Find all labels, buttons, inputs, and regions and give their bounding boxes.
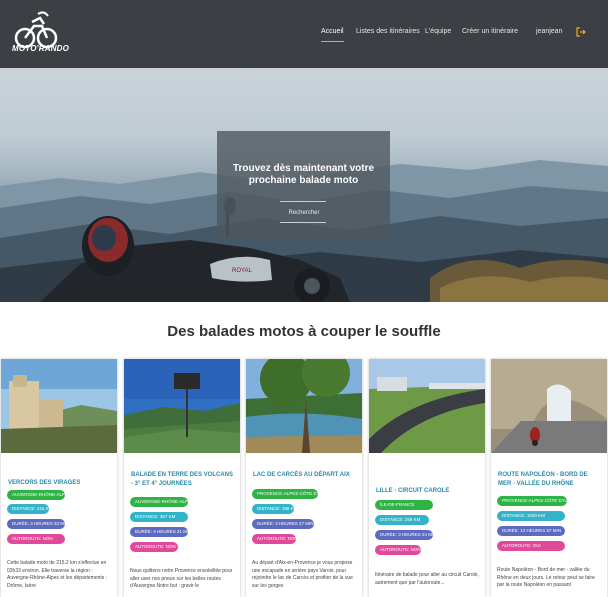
card-title[interactable]: ROUTE NAPOLÉON - BORD DE MER - VALLÉE DU… bbox=[498, 471, 602, 489]
distance-tag: DISTANCE: 198 KM bbox=[252, 504, 297, 514]
card-image-carces[interactable] bbox=[246, 359, 362, 453]
ride-card[interactable]: ROUTE NAPOLÉON - BORD DE MER - VALLÉE DU… bbox=[491, 359, 607, 597]
ride-card[interactable]: LAC DE CARCÈS AU DÉPART AIX PROVENCE-ALP… bbox=[246, 359, 362, 597]
duration-tag: DURÉE: 3 HEURES 24 MIN bbox=[375, 530, 437, 540]
card-description: Cette balade moto de 215.2 km s'effectue… bbox=[7, 560, 108, 589]
top-navbar: MOTO'RANDO Accueil Listes des itinéraire… bbox=[0, 0, 608, 68]
duration-tag: DURÉE: 13 HEURES 57 MIN bbox=[497, 526, 565, 536]
duration-tag: DURÉE: 3 HEURES 27 MIN bbox=[252, 519, 314, 529]
region-tag: AUVERGNE-RHÔNE-ALPES bbox=[7, 490, 71, 500]
card-description: Nous quittons notre Provence ensoleillée… bbox=[130, 568, 233, 589]
duration-tag: DURÉE: 4 HEURES 21 MIN bbox=[130, 527, 192, 537]
hero-banner: ROYAL Trouvez dès maintenant votre proch… bbox=[0, 68, 608, 302]
card-title[interactable]: LILLE - CIRCUIT CAROLE bbox=[376, 487, 480, 496]
distance-tag: DISTANCE: 215 KM bbox=[7, 504, 52, 514]
distance-tag: DISTANCE: 258 KM bbox=[375, 515, 429, 525]
nav-creer-itineraire[interactable]: Créer un itinéraire bbox=[462, 28, 518, 42]
region-tag: AUVERGNE-RHÔNE-ALPES bbox=[130, 497, 194, 507]
nav-equipe[interactable]: L'équipe bbox=[425, 28, 451, 42]
svg-text:ROYAL: ROYAL bbox=[232, 268, 253, 274]
logout-icon[interactable] bbox=[576, 27, 586, 37]
card-description: Au départ d'Aix-en-Provence je vous prop… bbox=[252, 560, 353, 589]
ride-card[interactable]: BALADE EN TERRE DES VOLCANS - 3° ET 4° J… bbox=[124, 359, 240, 597]
duration-tag: DURÉE: 3 HEURES 33 MIN bbox=[7, 519, 69, 529]
autoroute-tag: AUTOROUTE: NON bbox=[130, 542, 178, 552]
card-image-volcans[interactable] bbox=[124, 359, 240, 453]
ride-card[interactable]: LILLE - CIRCUIT CAROLE ÎLE-DE-FRANCE DIS… bbox=[369, 359, 485, 597]
search-button[interactable]: Rechercher bbox=[271, 206, 337, 220]
hero-title: Trouvez dès maintenant votre prochaine b… bbox=[232, 163, 375, 186]
divider bbox=[280, 222, 326, 223]
card-description: Itinéraire de balade pour aller au circu… bbox=[375, 572, 479, 586]
search-panel: Trouvez dès maintenant votre prochaine b… bbox=[217, 131, 390, 239]
card-image-circuit-carole[interactable] bbox=[369, 359, 485, 453]
distance-tag: DISTANCE: 367 KM bbox=[130, 512, 188, 522]
card-description: Route Napoléon - Bord de mer - vallée du… bbox=[497, 567, 595, 588]
region-tag: PROVENCE-ALPES-CÔTE D'AZUR bbox=[252, 489, 330, 499]
autoroute-tag: AUTOROUTE: NON bbox=[7, 534, 65, 544]
card-title[interactable]: BALADE EN TERRE DES VOLCANS - 3° ET 4° J… bbox=[131, 471, 235, 489]
region-tag: ÎLE-DE-FRANCE bbox=[375, 500, 433, 510]
autoroute-tag: AUTOROUTE: OUI bbox=[497, 541, 565, 551]
autoroute-tag: AUTOROUTE: NON bbox=[375, 545, 421, 555]
page: MOTO'RANDO Accueil Listes des itinéraire… bbox=[0, 0, 608, 597]
nav-accueil[interactable]: Accueil bbox=[321, 28, 344, 42]
logo-text[interactable]: MOTO'RANDO bbox=[12, 44, 69, 53]
card-image-route-napoleon[interactable] bbox=[491, 359, 607, 453]
autoroute-tag: AUTOROUTE: NON bbox=[252, 534, 298, 544]
ride-card[interactable]: VERCORS DES VIRAGES AUVERGNE-RHÔNE-ALPES… bbox=[1, 359, 117, 597]
nav-listes-itineraires[interactable]: Listes des itinéraires bbox=[356, 28, 420, 42]
section-title: Des balades motos à couper le souffle bbox=[167, 323, 441, 340]
divider bbox=[280, 201, 326, 202]
region-tag: PROVENCE-ALPES-CÔTE D'AZUR bbox=[497, 496, 575, 506]
card-title[interactable]: VERCORS DES VIRAGES bbox=[8, 479, 112, 488]
distance-tag: DISTANCE: 1000 KM bbox=[497, 511, 565, 521]
card-title[interactable]: LAC DE CARCÈS AU DÉPART AIX bbox=[253, 471, 357, 480]
card-image-vercors[interactable] bbox=[1, 359, 117, 453]
nav-user-account[interactable]: jeanjean bbox=[536, 28, 562, 42]
